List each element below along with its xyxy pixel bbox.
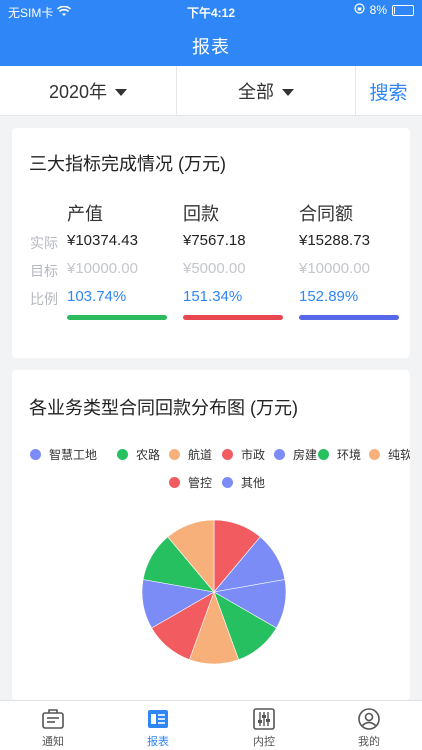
battery-icon bbox=[392, 4, 414, 16]
indicators-title: 三大指标完成情况 (万元) bbox=[29, 154, 226, 174]
legend-label: 智慧工地 bbox=[49, 448, 98, 462]
legend-dot bbox=[369, 449, 380, 460]
row-label-actual: 实际 bbox=[30, 235, 58, 251]
actual-contract-value: ¥15288.73 bbox=[299, 232, 370, 249]
legend-dot bbox=[117, 449, 128, 460]
legend-dot bbox=[222, 477, 233, 488]
year-label: 2020年 bbox=[48, 82, 108, 102]
actual-output-value: ¥10374.43 bbox=[67, 232, 138, 249]
legend-label: 环境 bbox=[337, 448, 362, 462]
tab-report[interactable]: 报表 bbox=[105, 701, 211, 750]
report-icon bbox=[148, 710, 168, 728]
target-contract-value: ¥10000.00 bbox=[299, 260, 370, 277]
metric-header-output: 产值 bbox=[67, 204, 103, 224]
scope-label: 全部 bbox=[238, 82, 274, 102]
caret-down-icon bbox=[282, 88, 294, 96]
metric-header-collection: 回款 bbox=[183, 204, 219, 224]
legend-item[interactable]: 市政 bbox=[222, 446, 265, 463]
legend-label: 纯软 bbox=[388, 448, 410, 462]
status-bar: 无SIM卡 下午4:12 8% bbox=[0, 0, 422, 22]
legend-item[interactable]: 航道 bbox=[169, 446, 212, 463]
legend-label: 航道 bbox=[188, 448, 213, 462]
row-label-target: 目标 bbox=[30, 263, 58, 279]
ratio-collection-value: 151.34% bbox=[183, 288, 243, 305]
legend-label: 其他 bbox=[241, 476, 266, 490]
battery-percent: 8% bbox=[369, 3, 387, 17]
legend-label: 市政 bbox=[241, 448, 266, 462]
indicators-card: 三大指标完成情况 (万元) 产值 回款 合同额 实际 目标 比例 ¥10374.… bbox=[12, 128, 410, 358]
legend-dot bbox=[318, 449, 329, 460]
tab-label: 报表 bbox=[147, 736, 169, 748]
filter-bar: 2020年 全部 搜索 bbox=[0, 66, 422, 116]
ratio-output-value: 103.74% bbox=[67, 288, 127, 305]
target-output-value: ¥10000.00 bbox=[67, 260, 138, 277]
bottom-tab-bar: 通知 报表 内控 我的 bbox=[0, 700, 422, 750]
legend-item[interactable]: 智慧工地 bbox=[30, 446, 97, 463]
tab-label: 我的 bbox=[358, 736, 380, 748]
legend-item[interactable]: 房建 bbox=[274, 446, 317, 463]
target-collection-value: ¥5000.00 bbox=[183, 260, 246, 277]
legend-dot bbox=[169, 477, 180, 488]
progress-bar-output bbox=[67, 315, 167, 320]
legend-dot bbox=[274, 449, 285, 460]
year-selector[interactable]: 2020年 bbox=[0, 66, 176, 116]
legend-item[interactable]: 农路 bbox=[117, 446, 160, 463]
legend-dot bbox=[30, 449, 41, 460]
notice-icon bbox=[42, 709, 64, 729]
distribution-pie-chart[interactable] bbox=[140, 518, 288, 666]
actual-collection-value: ¥7567.18 bbox=[183, 232, 246, 249]
legend-item[interactable]: 管控 bbox=[169, 474, 212, 491]
legend-item[interactable]: 其他 bbox=[222, 474, 265, 491]
legend-dot bbox=[222, 449, 233, 460]
legend-item[interactable]: 纯软 bbox=[369, 446, 410, 463]
row-label-ratio: 比例 bbox=[30, 291, 58, 307]
legend-label: 管控 bbox=[188, 476, 213, 490]
user-icon bbox=[358, 708, 380, 730]
legend-label: 农路 bbox=[136, 448, 161, 462]
rotation-lock-icon bbox=[354, 3, 365, 17]
distribution-card: 各业务类型合同回款分布图 (万元) 智慧工地 农路 航道 市政 房建 环境 纯软… bbox=[12, 370, 410, 700]
tab-label: 内控 bbox=[253, 736, 275, 748]
control-icon bbox=[253, 708, 275, 730]
tab-notice[interactable]: 通知 bbox=[0, 701, 106, 750]
caret-down-icon bbox=[115, 88, 128, 96]
tab-label: 通知 bbox=[42, 736, 64, 748]
legend-item[interactable]: 环境 bbox=[318, 446, 361, 463]
legend-label: 房建 bbox=[293, 448, 318, 462]
app-header: 无SIM卡 下午4:12 8% 报表 bbox=[0, 0, 422, 66]
search-button[interactable]: 搜索 bbox=[355, 66, 422, 116]
progress-bar-collection bbox=[183, 315, 283, 320]
tab-control[interactable]: 内控 bbox=[211, 701, 317, 750]
page-title: 报表 bbox=[192, 37, 230, 57]
distribution-title: 各业务类型合同回款分布图 (万元) bbox=[29, 398, 298, 418]
legend-dot bbox=[169, 449, 180, 460]
progress-bar-contract bbox=[299, 315, 399, 320]
tab-mine[interactable]: 我的 bbox=[316, 701, 422, 750]
scope-selector[interactable]: 全部 bbox=[177, 66, 355, 116]
ratio-contract-value: 152.89% bbox=[299, 288, 359, 305]
metric-header-contract: 合同额 bbox=[299, 204, 353, 224]
